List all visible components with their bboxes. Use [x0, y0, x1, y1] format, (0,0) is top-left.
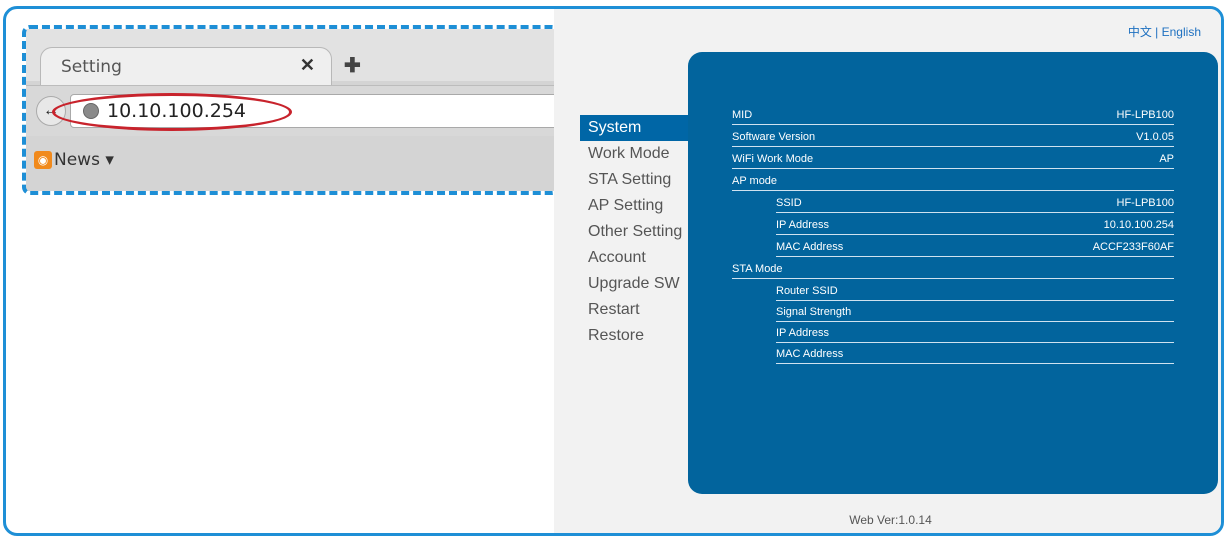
status-row: Router SSID	[776, 284, 1174, 301]
status-label: MAC Address	[776, 348, 844, 360]
status-label: Router SSID	[776, 285, 838, 297]
nav-item-restart[interactable]: Restart	[580, 297, 692, 323]
status-value: AP	[1159, 153, 1174, 165]
status-label: IP Address	[776, 219, 829, 231]
nav-item-upgrade-sw[interactable]: Upgrade SW	[580, 271, 692, 297]
status-row: MID HF-LPB100	[732, 108, 1174, 125]
dashed-highlight-box	[22, 25, 560, 195]
status-label: AP mode	[732, 175, 778, 187]
status-label: MID	[732, 109, 753, 121]
status-label: Signal Strength	[776, 306, 852, 318]
status-row: MAC Address	[776, 347, 1174, 364]
status-value: HF-LPB100	[1116, 109, 1174, 121]
nav-item-restore[interactable]: Restore	[580, 323, 692, 349]
nav-item-account[interactable]: Account	[580, 245, 692, 271]
web-version: Web Ver:1.0.14	[849, 513, 932, 527]
status-row: SSID HF-LPB100	[776, 196, 1174, 213]
nav-item-work-mode[interactable]: Work Mode	[580, 141, 692, 167]
nav-item-ap-setting[interactable]: AP Setting	[580, 193, 692, 219]
status-panel: MID HF-LPB100 Software Version V1.0.05 WiFi …	[688, 52, 1218, 494]
status-row: IP Address 10.10.100.254	[776, 218, 1174, 235]
status-row: IP Address	[776, 326, 1174, 343]
web-config-page: 中文 | English System Work Mode STA Setting A…	[554, 9, 1221, 533]
status-label: SSID	[776, 197, 802, 209]
status-label: WiFi Work Mode	[732, 153, 814, 165]
status-label: IP Address	[776, 327, 829, 339]
nav-item-other-setting[interactable]: Other Setting	[580, 219, 692, 245]
nav-item-system[interactable]: System	[580, 115, 692, 141]
status-label: MAC Address	[776, 241, 844, 253]
nav-item-sta-setting[interactable]: STA Setting	[580, 167, 692, 193]
status-label: Software Version	[732, 131, 816, 143]
status-row: MAC Address ACCF233F60AF	[776, 240, 1174, 257]
status-label: STA Mode	[732, 263, 783, 275]
status-value: 10.10.100.254	[1103, 219, 1174, 231]
status-value: HF-LPB100	[1116, 197, 1174, 209]
status-row: Software Version V1.0.05	[732, 130, 1174, 147]
status-row: WiFi Work Mode AP	[732, 152, 1174, 169]
status-value: V1.0.05	[1136, 131, 1174, 143]
status-value: ACCF233F60AF	[1092, 241, 1174, 253]
status-row: STA Mode	[732, 262, 1174, 279]
nav-menu: System Work Mode STA Setting AP Setting Othe…	[580, 115, 692, 349]
language-links[interactable]: 中文 | English	[1128, 23, 1201, 40]
screenshot-frame: Setting ✕ ✚ ← 10.10.100.254 ◉ News ▾ 中文 …	[3, 6, 1224, 536]
status-row: Signal Strength	[776, 305, 1174, 322]
status-row: AP mode	[732, 174, 1174, 191]
